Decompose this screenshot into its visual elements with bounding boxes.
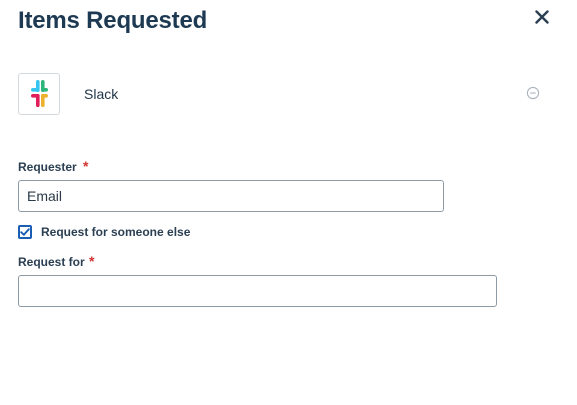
request-for-label: Request for * (18, 253, 94, 269)
app-logo (18, 73, 60, 115)
requester-input[interactable] (18, 180, 444, 212)
checkmark-icon (20, 228, 30, 236)
items-requested-panel: Items Requested Slack Requester * Email … (0, 0, 577, 405)
app-name: Slack (84, 86, 119, 102)
someone-else-label: Request for someone else (41, 225, 191, 239)
minus-circle-icon (526, 86, 540, 100)
request-for-required-mark: * (89, 253, 95, 269)
someone-else-checkbox-row: Request for someone else (18, 224, 190, 240)
someone-else-checkbox[interactable] (18, 225, 32, 239)
close-icon (535, 10, 549, 24)
panel-title: Items Requested (18, 7, 208, 34)
remove-item-button[interactable] (526, 86, 540, 100)
requester-required-mark: * (83, 158, 89, 174)
slack-logo-icon (31, 80, 48, 107)
requester-label-text: Requester (18, 160, 77, 174)
requester-label: Requester * (18, 158, 88, 174)
request-for-input[interactable] (18, 275, 497, 307)
requested-item-row: Slack (18, 73, 548, 115)
request-for-label-text: Request for (18, 255, 85, 269)
close-button[interactable] (531, 6, 553, 28)
